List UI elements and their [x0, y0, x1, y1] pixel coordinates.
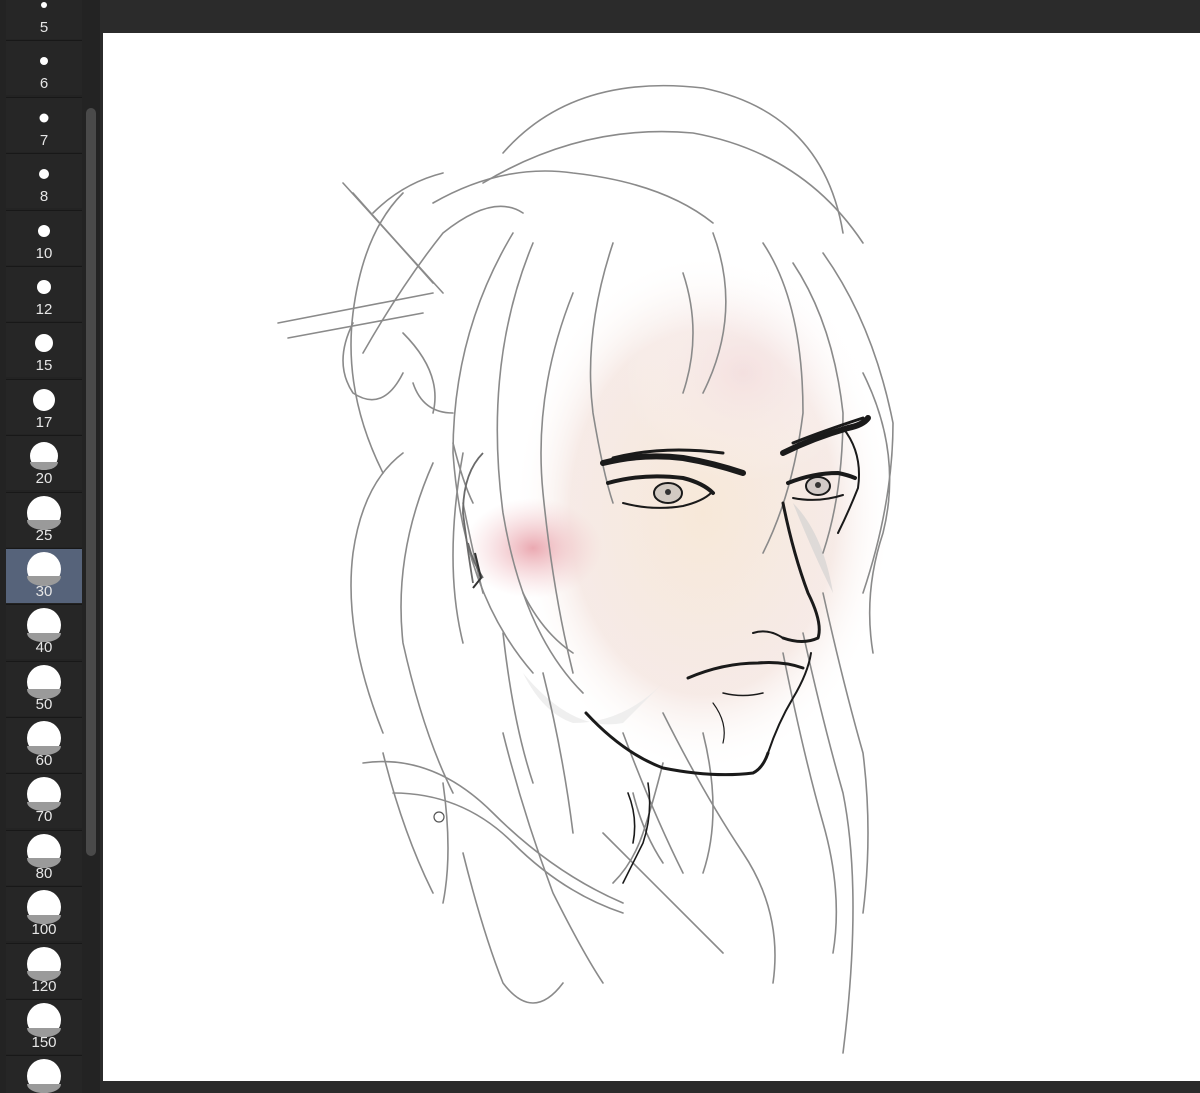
top-bar — [100, 0, 1200, 32]
brush-preview-dot — [37, 279, 51, 294]
brush-preview-dot — [27, 608, 61, 643]
brush-size-label: 12 — [35, 300, 53, 318]
brush-preview-dot — [27, 946, 61, 981]
brush-size-label: 60 — [35, 752, 53, 770]
brush-size-label: 20 — [35, 470, 53, 488]
brush-preview-dot — [35, 334, 53, 353]
brush-size-label: 30 — [35, 582, 53, 600]
brush-size-item[interactable]: 15 — [6, 322, 82, 378]
brush-size-label: 100 — [31, 921, 57, 939]
brush-size-item[interactable]: 12 — [6, 265, 82, 321]
brush-size-label: 5 — [39, 19, 49, 36]
brush-size-label: 17 — [35, 413, 53, 431]
brush-size-item[interactable]: 60 — [6, 717, 82, 773]
brush-size-item[interactable]: 10 — [6, 209, 82, 265]
brush-preview-dot — [27, 721, 61, 756]
brush-size-item[interactable]: 30 — [6, 547, 82, 603]
brush-size-label: 40 — [35, 639, 53, 657]
brush-size-item[interactable]: 25 — [6, 491, 82, 547]
brush-size-item[interactable]: 8 — [6, 153, 82, 209]
brush-preview-dot — [27, 664, 61, 699]
brush-size-item[interactable]: 100 — [6, 886, 82, 942]
brush-size-item[interactable]: 70 — [6, 773, 82, 829]
brush-size-item[interactable]: 5 — [6, 0, 82, 39]
brush-size-label: 25 — [35, 526, 53, 544]
brush-preview-dot — [30, 442, 58, 471]
brush-preview-dot — [40, 57, 48, 66]
brush-size-label: 8 — [39, 188, 49, 206]
brush-size-item[interactable]: 6 — [6, 40, 82, 96]
brush-size-item[interactable] — [6, 1055, 82, 1093]
brush-size-item[interactable]: 7 — [6, 96, 82, 152]
brush-size-item[interactable]: 40 — [6, 604, 82, 660]
brush-size-list: 5 6 7 8 10 12 15 17 20 25 30 40 50 60 70 80 100 120 150 — [6, 0, 82, 1093]
brush-preview-dot — [27, 833, 61, 868]
brush-preview-dot — [27, 1059, 61, 1093]
brush-size-label: 6 — [39, 75, 49, 93]
brush-size-label: 15 — [35, 357, 53, 375]
brush-preview-dot — [27, 1003, 61, 1038]
brush-size-label: 50 — [35, 695, 53, 713]
brush-preview-dot — [27, 777, 61, 812]
panel-scrollbar[interactable] — [86, 108, 96, 856]
sketch-artwork — [277, 84, 894, 1054]
brush-size-label: 120 — [31, 977, 57, 995]
brush-size-label: 80 — [35, 864, 53, 882]
blush-wash — [463, 498, 603, 598]
bottom-strip — [100, 1081, 1200, 1093]
brush-size-panel: 5 6 7 8 10 12 15 17 20 25 30 40 50 60 70 80 100 120 150 — [0, 0, 100, 1093]
brush-preview-dot — [27, 890, 61, 925]
brush-size-item[interactable]: 50 — [6, 660, 82, 716]
brush-preview-dot — [27, 495, 61, 530]
brush-preview-dot — [39, 113, 49, 123]
brush-cursor — [433, 811, 445, 823]
brush-size-item[interactable]: 20 — [6, 435, 82, 491]
brush-size-item[interactable]: 17 — [6, 378, 82, 434]
brush-size-label: 150 — [31, 1034, 57, 1052]
brush-preview-dot — [41, 2, 47, 8]
brush-size-item[interactable]: 120 — [6, 942, 82, 998]
brush-preview-dot — [27, 551, 61, 586]
brush-preview-dot — [38, 224, 50, 237]
brush-preview-dot — [33, 388, 55, 411]
brush-preview-dot — [39, 169, 49, 180]
brush-size-item[interactable]: 80 — [6, 829, 82, 885]
brush-size-label: 7 — [39, 131, 49, 149]
brush-size-label: 10 — [35, 244, 53, 262]
drawing-canvas[interactable] — [103, 33, 1200, 1081]
brush-size-label: 70 — [35, 808, 53, 826]
brush-size-item[interactable]: 150 — [6, 999, 82, 1055]
